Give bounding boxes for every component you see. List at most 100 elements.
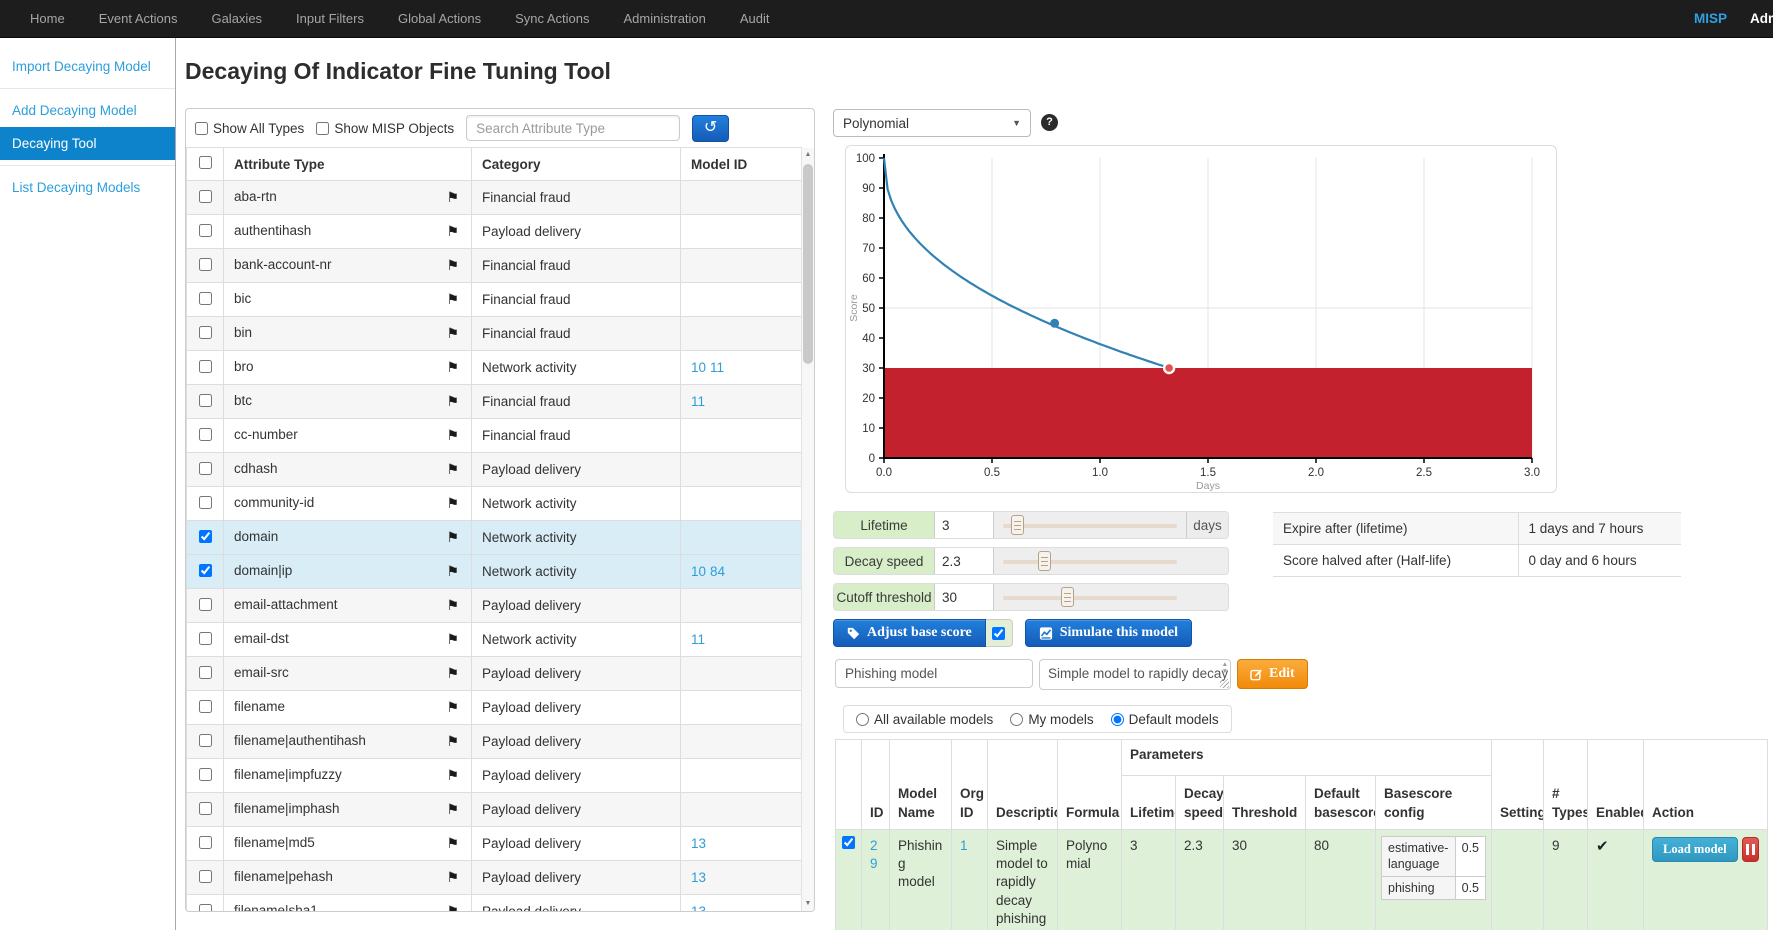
attribute-row[interactable]: ⚑email-srcPayload delivery bbox=[187, 657, 802, 691]
flag-icon[interactable]: ⚑ bbox=[446, 631, 459, 648]
attribute-row-checkbox[interactable] bbox=[199, 904, 212, 913]
attribute-row[interactable]: ⚑email-dstNetwork activity11 bbox=[187, 623, 802, 657]
slider-handle[interactable] bbox=[1061, 587, 1074, 607]
attribute-row-checkbox[interactable] bbox=[199, 598, 212, 611]
attribute-row[interactable]: ⚑domain|ipNetwork activity1084 bbox=[187, 555, 802, 589]
flag-icon[interactable]: ⚑ bbox=[446, 801, 459, 818]
attribute-row[interactable]: ⚑cc-numberFinancial fraud bbox=[187, 419, 802, 453]
scrollbar-down-icon[interactable]: ▼ bbox=[802, 897, 814, 911]
curve-point-marker[interactable] bbox=[1050, 319, 1059, 328]
control-slider[interactable] bbox=[994, 548, 1186, 574]
flag-icon[interactable]: ⚑ bbox=[446, 223, 459, 240]
show-misp-objects-checkbox[interactable] bbox=[316, 122, 329, 135]
attribute-row-checkbox[interactable] bbox=[199, 768, 212, 781]
spinner-arrows-icon[interactable]: ▲▼ bbox=[1222, 662, 1228, 675]
attribute-row[interactable]: ⚑broNetwork activity1011 bbox=[187, 351, 802, 385]
decay-chart[interactable]: 01020304050607080901000.00.51.01.52.02.5… bbox=[845, 145, 1557, 493]
model-id-link[interactable]: 11 bbox=[691, 632, 705, 647]
attribute-row-checkbox[interactable] bbox=[199, 190, 212, 203]
formula-select[interactable]: Polynomial ▼ bbox=[833, 109, 1031, 137]
nav-item-audit[interactable]: Audit bbox=[740, 11, 770, 26]
attribute-row[interactable]: ⚑binFinancial fraud bbox=[187, 317, 802, 351]
edit-model-button[interactable]: Edit bbox=[1237, 659, 1308, 689]
attribute-row-checkbox[interactable] bbox=[199, 496, 212, 509]
flag-icon[interactable]: ⚑ bbox=[446, 495, 459, 512]
navbar-admin-partial[interactable]: Adm bbox=[1750, 0, 1773, 38]
model-filter-radio[interactable] bbox=[856, 713, 869, 726]
attribute-row[interactable]: ⚑bank-account-nrFinancial fraud bbox=[187, 249, 802, 283]
attribute-row-checkbox[interactable] bbox=[199, 666, 212, 679]
simulate-model-button[interactable]: Simulate this model bbox=[1025, 619, 1192, 647]
flag-icon[interactable]: ⚑ bbox=[446, 257, 459, 274]
model-filter-option-default-models[interactable]: Default models bbox=[1111, 712, 1219, 727]
nav-item-sync-actions[interactable]: Sync Actions bbox=[515, 11, 589, 26]
flag-icon[interactable]: ⚑ bbox=[446, 427, 459, 444]
flag-icon[interactable]: ⚑ bbox=[446, 461, 459, 478]
flag-icon[interactable]: ⚑ bbox=[446, 359, 459, 376]
attribute-row[interactable]: ⚑bicFinancial fraud bbox=[187, 283, 802, 317]
model-id-link[interactable]: 13 bbox=[691, 904, 706, 912]
attribute-row[interactable]: ⚑filenamePayload delivery bbox=[187, 691, 802, 725]
attribute-row[interactable]: ⚑filename|sha1Payload delivery13 bbox=[187, 895, 802, 913]
attribute-row[interactable]: ⚑filename|md5Payload delivery13 bbox=[187, 827, 802, 861]
attribute-row[interactable]: ⚑filename|imphashPayload delivery bbox=[187, 793, 802, 827]
model-id-link[interactable]: 13 bbox=[691, 836, 706, 851]
attribute-row-checkbox[interactable] bbox=[199, 394, 212, 407]
show-all-types-checkbox[interactable] bbox=[195, 122, 208, 135]
attribute-row-checkbox[interactable] bbox=[199, 224, 212, 237]
show-misp-objects-checkbox-label[interactable]: Show MISP Objects bbox=[316, 121, 454, 136]
model-description-textarea[interactable]: Simple model to rapidly decay ▲▼ bbox=[1039, 659, 1231, 690]
help-icon[interactable]: ? bbox=[1041, 114, 1058, 131]
attribute-row-checkbox[interactable] bbox=[199, 870, 212, 883]
scrollbar-thumb[interactable] bbox=[803, 164, 813, 364]
slider-handle[interactable] bbox=[1011, 515, 1024, 535]
flag-icon[interactable]: ⚑ bbox=[446, 563, 459, 580]
model-id-link[interactable]: 13 bbox=[691, 870, 706, 885]
model-name-input[interactable] bbox=[835, 659, 1033, 688]
flag-icon[interactable]: ⚑ bbox=[446, 393, 459, 410]
adjust-base-score-checkbox[interactable] bbox=[992, 627, 1005, 640]
attribute-row-checkbox[interactable] bbox=[199, 428, 212, 441]
nav-item-home[interactable]: Home bbox=[30, 11, 65, 26]
model-id-link[interactable]: 10 bbox=[691, 360, 706, 375]
flag-icon[interactable]: ⚑ bbox=[446, 597, 459, 614]
flag-icon[interactable]: ⚑ bbox=[446, 869, 459, 886]
scrollbar-up-icon[interactable]: ▲ bbox=[802, 148, 814, 162]
show-all-types-checkbox-label[interactable]: Show All Types bbox=[195, 121, 304, 136]
control-slider[interactable] bbox=[994, 512, 1186, 538]
model-row-checkbox[interactable] bbox=[842, 836, 855, 849]
sidebar-item-decaying-tool[interactable]: Decaying Tool bbox=[0, 127, 175, 160]
attribute-row[interactable]: ⚑email-attachmentPayload delivery bbox=[187, 589, 802, 623]
model-row[interactable]: 29 Phishing model 1 Simple model to rapi… bbox=[836, 830, 1768, 930]
attribute-row[interactable]: ⚑aba-rtnFinancial fraud bbox=[187, 181, 802, 215]
control-slider[interactable] bbox=[994, 584, 1186, 610]
model-id-link[interactable]: 84 bbox=[710, 564, 725, 579]
reset-search-button[interactable]: ↺ bbox=[692, 115, 729, 142]
model-id-link[interactable]: 11 bbox=[691, 394, 705, 409]
slider-handle[interactable] bbox=[1038, 551, 1051, 571]
flag-icon[interactable]: ⚑ bbox=[446, 189, 459, 206]
flag-icon[interactable]: ⚑ bbox=[446, 733, 459, 750]
nav-item-input-filters[interactable]: Input Filters bbox=[296, 11, 364, 26]
flag-icon[interactable]: ⚑ bbox=[446, 699, 459, 716]
navbar-brand[interactable]: MISP bbox=[1694, 0, 1727, 38]
sidebar-item-import-decaying-model[interactable]: Import Decaying Model bbox=[0, 50, 175, 83]
attribute-row[interactable]: ⚑filename|pehashPayload delivery13 bbox=[187, 861, 802, 895]
nav-item-event-actions[interactable]: Event Actions bbox=[99, 11, 178, 26]
flag-icon[interactable]: ⚑ bbox=[446, 529, 459, 546]
attribute-row-checkbox[interactable] bbox=[199, 564, 212, 577]
resize-grip-icon[interactable] bbox=[1220, 679, 1229, 688]
attribute-row-checkbox[interactable] bbox=[199, 802, 212, 815]
attribute-row-checkbox[interactable] bbox=[199, 462, 212, 475]
attribute-row[interactable]: ⚑domainNetwork activity bbox=[187, 521, 802, 555]
attribute-row-checkbox[interactable] bbox=[199, 700, 212, 713]
pause-model-button[interactable] bbox=[1742, 837, 1759, 862]
flag-icon[interactable]: ⚑ bbox=[446, 325, 459, 342]
attribute-row-checkbox[interactable] bbox=[199, 632, 212, 645]
control-value-input[interactable] bbox=[934, 584, 994, 610]
model-org-link[interactable]: 1 bbox=[960, 838, 968, 853]
attribute-table-scrollbar[interactable]: ▲ ▼ bbox=[801, 148, 814, 911]
model-id-link[interactable]: 11 bbox=[710, 360, 724, 375]
search-attribute-input[interactable] bbox=[466, 115, 680, 141]
attribute-row-checkbox[interactable] bbox=[199, 258, 212, 271]
